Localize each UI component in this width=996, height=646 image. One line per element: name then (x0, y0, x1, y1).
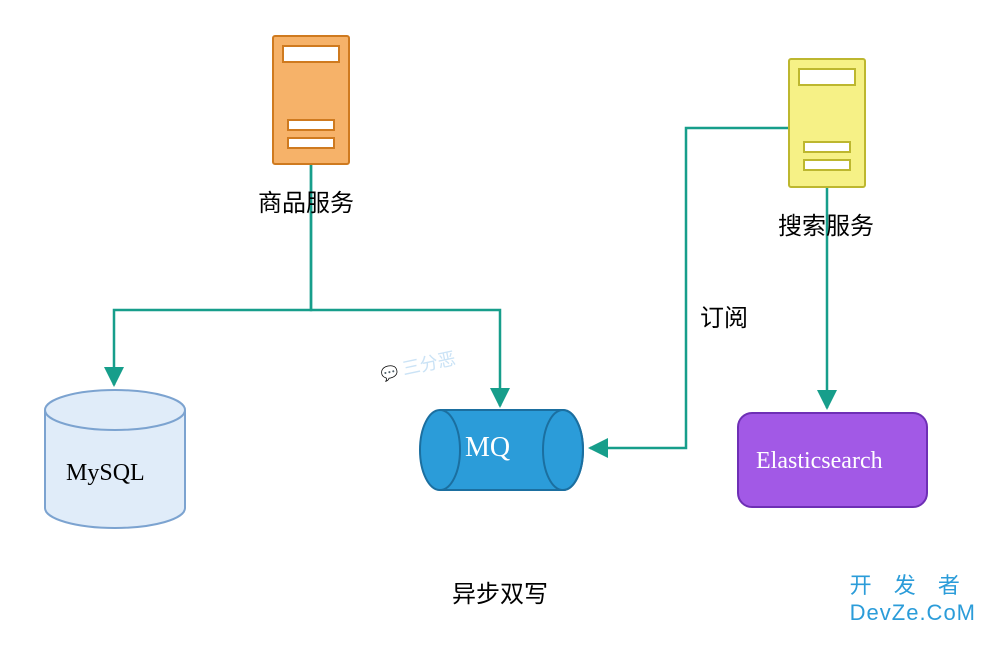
diagram-canvas (0, 0, 996, 646)
brand-bottom-text: DevZe.CoM (850, 600, 976, 626)
brand-logo: 开 发 者 DevZe.CoM (850, 568, 976, 626)
brand-top-text: 开 发 者 (850, 568, 976, 600)
elasticsearch-label: Elasticsearch (756, 448, 883, 475)
product-service-label: 商品服务 (258, 183, 354, 218)
mq-label: MQ (465, 432, 510, 464)
search-service-server (789, 59, 865, 187)
search-service-label: 搜索服务 (778, 206, 874, 241)
subscribe-label: 订阅 (700, 298, 748, 333)
mysql-label: MySQL (66, 460, 145, 487)
product-service-server (273, 36, 349, 164)
diagram-caption: 异步双写 (452, 574, 548, 609)
mysql-node (45, 390, 185, 528)
search-subscribe-mq-arrow (590, 128, 788, 448)
